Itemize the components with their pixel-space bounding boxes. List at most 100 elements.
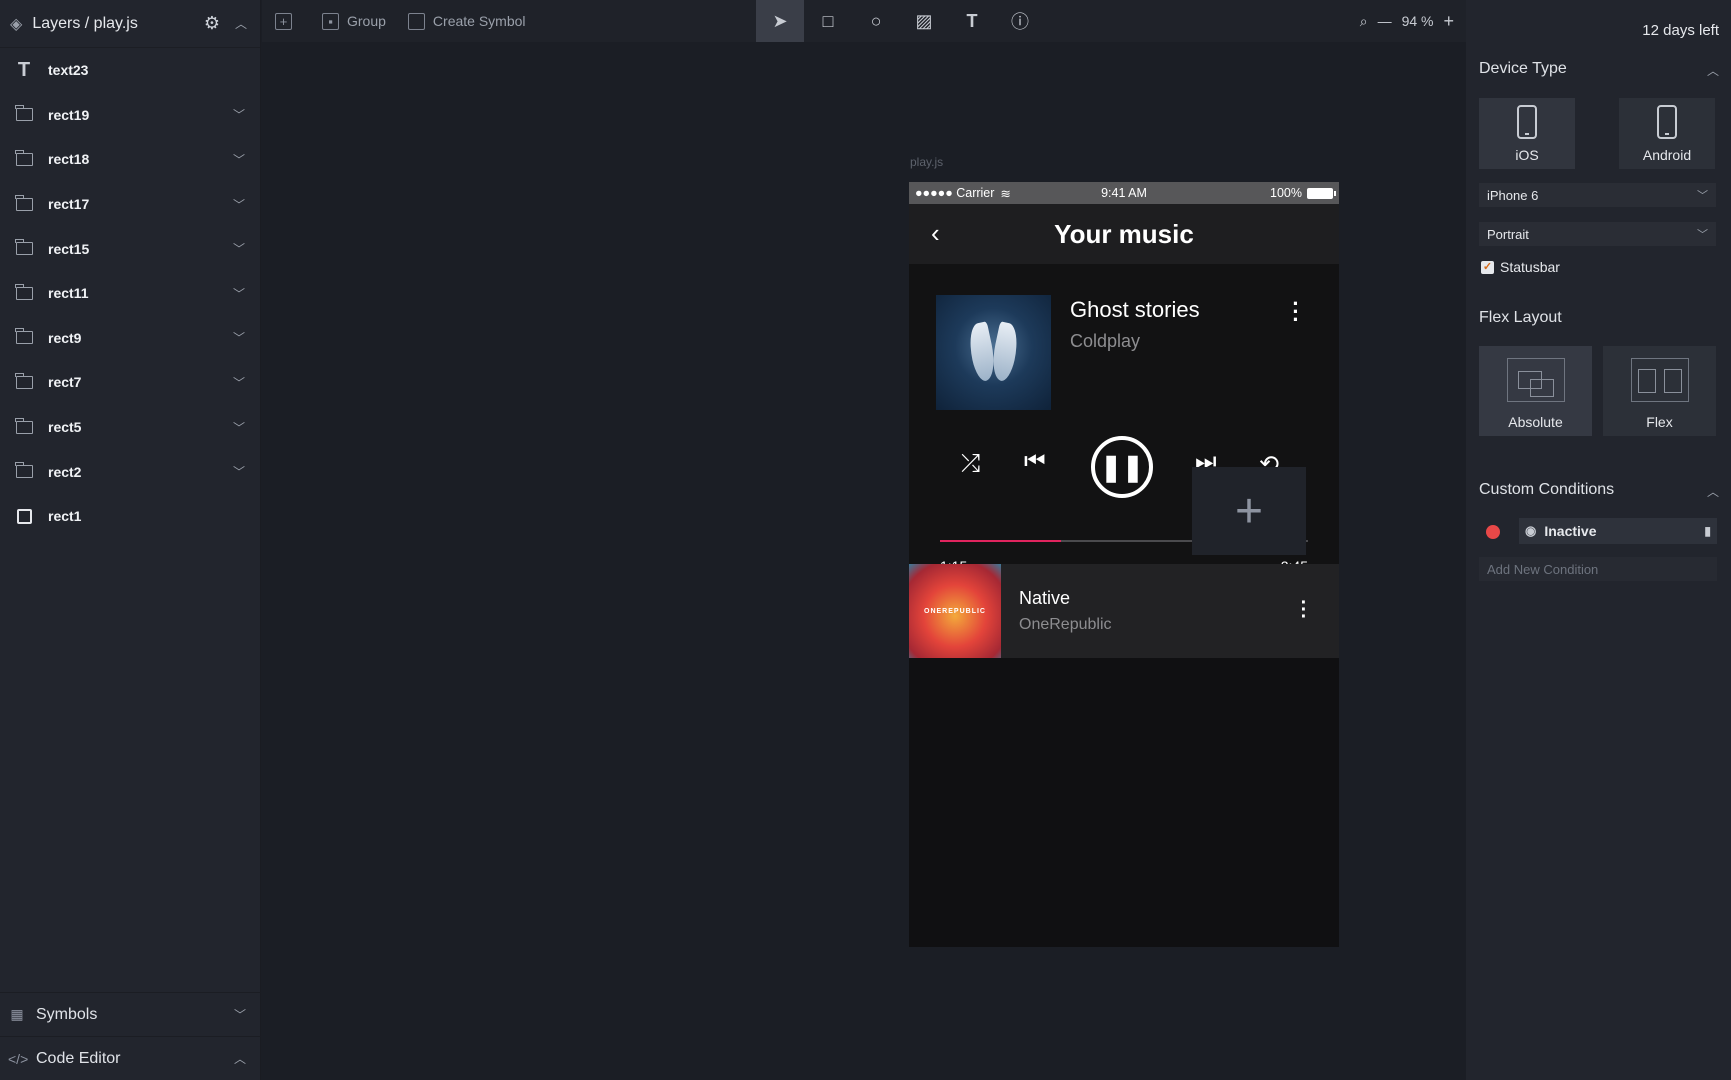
device-android-button[interactable]: Android (1619, 98, 1715, 169)
status-time: 9:41 AM (1101, 186, 1147, 200)
zoom-control: ⌕ — 94 % + (1350, 0, 1454, 42)
layers-title: Layers / play.js (32, 14, 138, 32)
trash-icon[interactable]: ▮ (1704, 524, 1711, 538)
zoom-level: 94 % (1401, 13, 1434, 29)
folder-icon (15, 283, 33, 300)
statusbar-checkbox-row[interactable]: ✓ Statusbar (1481, 259, 1560, 275)
chevron-up-icon[interactable]: ︿ (233, 1050, 247, 1067)
info-tool[interactable]: ⓘ (996, 0, 1044, 42)
layer-row-rect1[interactable]: rect1 (0, 494, 260, 539)
trial-days-left: 12 days left (1642, 22, 1719, 39)
folder-icon (15, 239, 33, 256)
create-symbol-button[interactable]: Create Symbol (407, 12, 526, 30)
text-tool[interactable]: T (948, 0, 996, 42)
layer-row-text23[interactable]: T text23 (0, 48, 260, 93)
layer-row-rect7[interactable]: rect7 ﹀ (0, 360, 260, 405)
image-tool[interactable]: ▨ (900, 0, 948, 42)
layer-row-rect11[interactable]: rect11 ﹀ (0, 271, 260, 316)
layer-name: rect19 (48, 106, 90, 123)
device-model-select[interactable]: iPhone 6 ﹀ (1479, 183, 1716, 207)
track-artist: OneRepublic (1019, 616, 1112, 633)
chevron-down-icon[interactable]: ﹀ (232, 196, 246, 213)
chevron-down-icon[interactable]: ﹀ (232, 285, 246, 302)
zoom-in-icon[interactable]: + (1443, 11, 1454, 32)
device-type-title: Device Type (1479, 60, 1567, 77)
pause-icon[interactable]: ❚❚ (1091, 436, 1153, 498)
previous-track-icon[interactable]: ⏮ (1024, 448, 1046, 476)
statusbar-checkbox[interactable]: ✓ (1481, 260, 1494, 274)
new-condition-input[interactable] (1479, 557, 1717, 581)
search-icon[interactable]: ⌕ (1360, 13, 1368, 30)
orientation-value: Portrait (1487, 226, 1529, 242)
chevron-down-icon[interactable]: ﹀ (232, 463, 246, 480)
condition-item[interactable]: ◉ Inactive ▮ (1519, 518, 1717, 544)
layout-absolute-label: Absolute (1508, 414, 1563, 430)
chevron-down-icon[interactable]: ﹀ (232, 151, 246, 168)
plus-icon: + (1234, 484, 1264, 538)
chevron-down-icon: ﹀ (1697, 190, 1708, 202)
layer-row-rect19[interactable]: rect19 ﹀ (0, 93, 260, 138)
queue-item[interactable]: ONEREPUBLIC Native OneRepublic · · · (909, 564, 1339, 658)
top-toolbar: + ▪ Group Create Symbol ➤ □ ○ ▨ T ⓘ ⌕ — … (262, 0, 1466, 42)
song-title: Ghost stories (1070, 297, 1200, 322)
status-bar: ●●●●● Carrier ≋ 9:41 AM 100% (909, 182, 1339, 204)
folder-icon (15, 372, 33, 389)
layer-name: rect11 (48, 285, 89, 302)
layer-name: rect17 (48, 196, 90, 213)
chevron-down-icon: ﹀ (1697, 229, 1708, 241)
layer-name: rect1 (48, 508, 82, 525)
chevron-up-icon[interactable]: ︿ (234, 15, 248, 32)
layer-row-rect18[interactable]: rect18 ﹀ (0, 137, 260, 182)
frame-label[interactable]: play.js (910, 155, 943, 169)
chevron-down-icon[interactable]: ﹀ (232, 374, 246, 391)
layer-row-rect5[interactable]: rect5 ﹀ (0, 405, 260, 450)
layer-name: rect5 (48, 419, 82, 436)
battery-icon (1307, 187, 1336, 199)
add-artboard-button[interactable]: + (1192, 467, 1306, 555)
cover-text: ONEREPUBLIC (924, 607, 986, 615)
device-android-label: Android (1642, 146, 1692, 163)
add-frame-button[interactable]: + (275, 12, 300, 30)
chevron-down-icon[interactable]: ﹀ (232, 240, 246, 257)
left-panel-footer: ▦ Symbols ﹀ </> Code Editor ︿ (0, 992, 261, 1080)
layout-absolute-button[interactable]: Absolute (1479, 346, 1592, 436)
shuffle-icon[interactable]: ⤮ (961, 450, 980, 478)
rectangle-tool[interactable]: □ (804, 0, 852, 42)
condition-color-dot[interactable] (1486, 525, 1500, 539)
back-chevron-icon[interactable]: ‹ (931, 218, 940, 249)
group-button[interactable]: ▪ Group (322, 12, 386, 30)
chevron-up-icon[interactable]: ︿ (1707, 483, 1719, 500)
code-editor-section[interactable]: </> Code Editor ︿ (0, 1036, 261, 1080)
layer-name: rect18 (48, 151, 90, 168)
more-vertical-icon[interactable]: · · · (1291, 293, 1301, 331)
symbols-section[interactable]: ▦ Symbols ﹀ (0, 992, 261, 1036)
page-title: Your music (1054, 218, 1194, 249)
chevron-down-icon[interactable]: ﹀ (232, 329, 246, 346)
chevron-up-icon[interactable]: ︿ (1707, 62, 1719, 79)
track-title: Native (1019, 588, 1071, 608)
gear-icon[interactable]: ⚙ (204, 13, 220, 34)
create-symbol-label: Create Symbol (432, 13, 526, 29)
orientation-select[interactable]: Portrait ﹀ (1479, 222, 1716, 246)
statusbar-label: Statusbar (1500, 259, 1560, 275)
zoom-out-icon[interactable]: — (1378, 13, 1392, 29)
ellipse-tool[interactable]: ○ (852, 0, 900, 42)
more-vertical-icon[interactable]: · · · (1299, 593, 1309, 627)
pointer-tool[interactable]: ➤ (756, 0, 804, 42)
device-ios-label: iOS (1515, 146, 1539, 163)
layer-row-rect17[interactable]: rect17 ﹀ (0, 182, 260, 227)
layer-row-rect15[interactable]: rect15 ﹀ (0, 226, 260, 271)
album-cover-native: ONEREPUBLIC (909, 564, 1001, 658)
layer-row-rect9[interactable]: rect9 ﹀ (0, 316, 260, 361)
phone-artboard[interactable]: ●●●●● Carrier ≋ 9:41 AM 100% ‹ Your musi… (909, 182, 1339, 947)
device-ios-button[interactable]: iOS (1479, 98, 1575, 169)
layer-row-rect2[interactable]: rect2 ﹀ (0, 449, 260, 494)
chevron-down-icon[interactable]: ﹀ (232, 419, 246, 436)
eye-icon[interactable]: ◉ (1525, 523, 1536, 539)
folder-icon (15, 462, 33, 479)
layout-flex-button[interactable]: Flex (1603, 346, 1716, 436)
chevron-down-icon[interactable]: ﹀ (232, 106, 246, 123)
layer-name: rect9 (48, 329, 82, 346)
design-canvas[interactable]: play.js ●●●●● Carrier ≋ 9:41 AM 100% ‹ Y… (262, 42, 1466, 1080)
chevron-down-icon[interactable]: ﹀ (233, 1006, 247, 1023)
